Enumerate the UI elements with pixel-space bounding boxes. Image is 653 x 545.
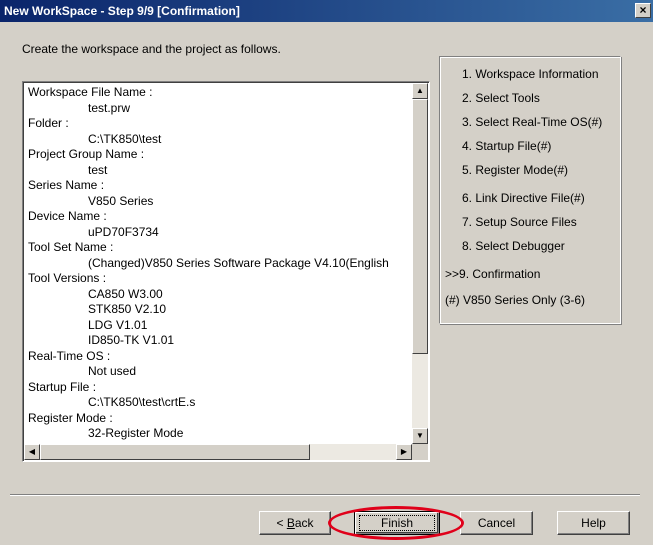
- summary-value: C:\TK850\test: [88, 131, 162, 146]
- back-prefix: <: [276, 516, 287, 530]
- summary-value: test.prw: [88, 100, 131, 115]
- window-title: New WorkSpace - Step 9/9 [Confirmation]: [4, 4, 240, 18]
- step-item: 8. Select Debugger: [462, 239, 565, 253]
- summary-value: CA850 W3.00: [88, 286, 163, 301]
- summary-label: Folder :: [28, 116, 69, 130]
- summary-value: Not used: [88, 364, 137, 378]
- summary-value: C:\TK850\test\crtE.s: [88, 395, 196, 409]
- summary-value: test: [88, 162, 108, 177]
- summary-value: uPD70F3734: [88, 224, 159, 239]
- scroll-corner: [412, 444, 428, 460]
- back-rest: ack: [294, 516, 314, 530]
- scroll-right-icon[interactable]: ▶: [396, 444, 412, 460]
- summary-value: ID850-TK V1.01: [88, 333, 175, 347]
- summary-content: Workspace File Name : test.prw Folder : C:\…: [28, 85, 413, 445]
- step-item: 6. Link Directive File(#): [462, 191, 585, 205]
- summary-label: Workspace File Name :: [28, 85, 153, 99]
- summary-label: Device Name :: [28, 209, 107, 223]
- step-item: 5. Register Mode(#): [462, 163, 569, 177]
- help-button[interactable]: Help: [557, 511, 630, 535]
- cancel-button[interactable]: Cancel: [460, 511, 533, 535]
- back-accel: B: [286, 516, 295, 530]
- summary-value: STK850 V2.10: [88, 302, 167, 316]
- scroll-up-icon[interactable]: ▲: [412, 83, 428, 99]
- summary-value: (Changed)V850 Series Software Package V4…: [88, 255, 389, 270]
- steps-panel: 1. Workspace Information 2. Select Tools…: [439, 56, 621, 324]
- scroll-down-icon[interactable]: ▼: [412, 428, 428, 444]
- scroll-left-icon[interactable]: ◀: [24, 444, 40, 460]
- back-button[interactable]: < Back: [259, 511, 331, 535]
- summary-value: V850 Series: [88, 193, 154, 208]
- summary-value: LDG V1.01: [88, 317, 148, 332]
- summary-label: Tool Set Name :: [28, 240, 114, 254]
- summary-label: Project Group Name :: [28, 147, 145, 161]
- summary-listbox[interactable]: Workspace File Name : test.prw Folder : C:\…: [22, 81, 430, 462]
- horizontal-scroll-thumb[interactable]: [40, 444, 310, 460]
- highlight-ellipse: [328, 506, 464, 540]
- summary-label: Real-Time OS :: [28, 348, 111, 363]
- summary-label: Series Name :: [28, 178, 105, 192]
- step-item: 2. Select Tools: [462, 91, 540, 105]
- summary-label: Startup File :: [28, 379, 97, 394]
- horizontal-scrollbar[interactable]: ◀ ▶: [24, 444, 412, 460]
- summary-label: Tool Versions :: [28, 271, 107, 285]
- step-item: 4. Startup File(#): [462, 139, 552, 153]
- step-item: 7. Setup Source Files: [462, 215, 577, 229]
- steps-note: (#) V850 Series Only (3-6): [445, 293, 586, 307]
- vertical-scroll-thumb[interactable]: [412, 99, 428, 354]
- separator-line: [10, 494, 640, 496]
- step-item: 1. Workspace Information: [462, 67, 599, 81]
- summary-label: Register Mode :: [28, 410, 113, 425]
- summary-value: 32-Register Mode: [88, 426, 184, 440]
- title-bar: New WorkSpace - Step 9/9 [Confirmation] …: [0, 0, 653, 22]
- intro-text: Create the workspace and the project as …: [22, 42, 281, 56]
- close-icon[interactable]: ×: [635, 3, 651, 18]
- step-item: 3. Select Real-Time OS(#): [462, 115, 603, 129]
- wizard-window: New WorkSpace - Step 9/9 [Confirmation] …: [0, 0, 653, 545]
- vertical-scrollbar[interactable]: ▲ ▼: [412, 83, 428, 444]
- step-item-current: >>9. Confirmation: [445, 267, 541, 281]
